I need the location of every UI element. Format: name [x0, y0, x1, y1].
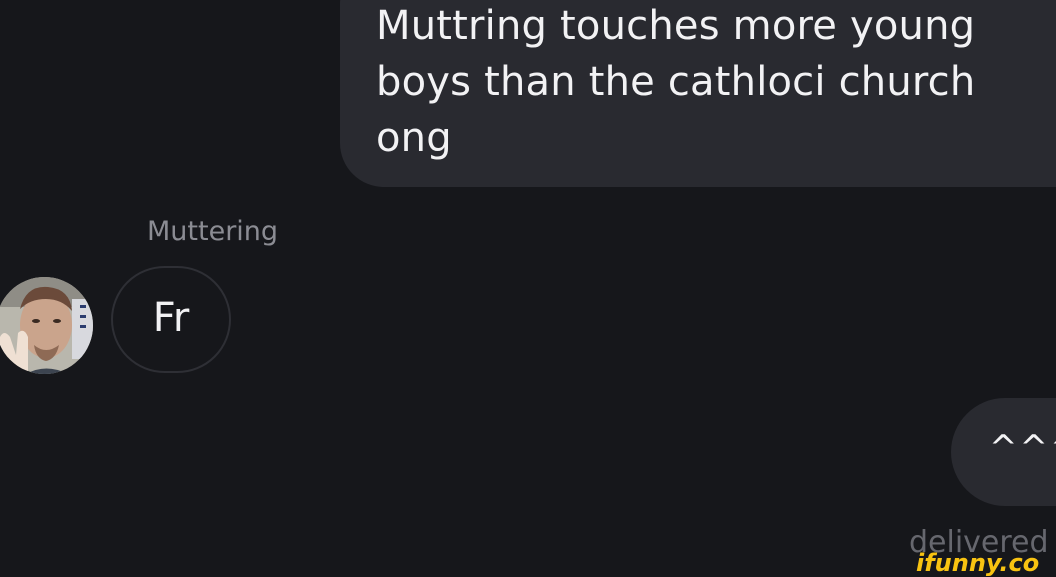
user-avatar-photo-icon — [0, 277, 93, 374]
avatar[interactable] — [0, 277, 93, 374]
outgoing-message-bubble[interactable]: Muttring touches more young boys than th… — [340, 0, 1056, 187]
ifunny-watermark: ifunny.co — [916, 549, 1040, 577]
chat-screen: Muttring touches more young boys than th… — [0, 0, 1056, 577]
message-text: Muttring touches more young boys than th… — [376, 3, 976, 161]
incoming-message-bubble[interactable]: Fr — [111, 266, 231, 373]
message-text: Fr — [152, 294, 190, 341]
message-text: ^^^ — [989, 428, 1056, 468]
outgoing-message-bubble[interactable]: ^^^ — [951, 398, 1056, 506]
sender-name: Muttering — [147, 216, 279, 247]
